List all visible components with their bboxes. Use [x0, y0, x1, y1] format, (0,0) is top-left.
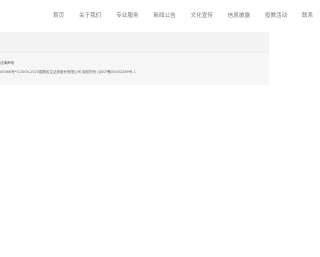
page-background: [0, 85, 269, 257]
nav-item-investor-education[interactable]: 投教活动: [265, 11, 287, 19]
content-band: [0, 32, 269, 52]
copyright-text: 00086号*©2005-2020国联民生证券股份有限公司 版权所有 |京ICP…: [0, 70, 136, 74]
nav-item-contact[interactable]: 联系: [302, 11, 313, 19]
site-header: 首页 关于我们 专业服务 新闻公告 文化宣传 信息披露 投教活动 联系: [0, 0, 313, 32]
nav-item-home[interactable]: 首页: [53, 11, 64, 19]
nav-item-disclosure[interactable]: 信息披露: [228, 11, 250, 19]
legal-notice-link[interactable]: 法律声明: [0, 61, 14, 66]
nav-item-news[interactable]: 新闻公告: [153, 11, 175, 19]
nav-item-services[interactable]: 专业服务: [116, 11, 138, 19]
main-nav: 首页 关于我们 专业服务 新闻公告 文化宣传 信息披露 投教活动 联系: [53, 11, 320, 19]
nav-item-culture[interactable]: 文化宣传: [191, 11, 213, 19]
site-footer: 法律声明 00086号*©2005-2020国联民生证券股份有限公司 版权所有 …: [0, 52, 269, 85]
nav-item-about[interactable]: 关于我们: [79, 11, 101, 19]
